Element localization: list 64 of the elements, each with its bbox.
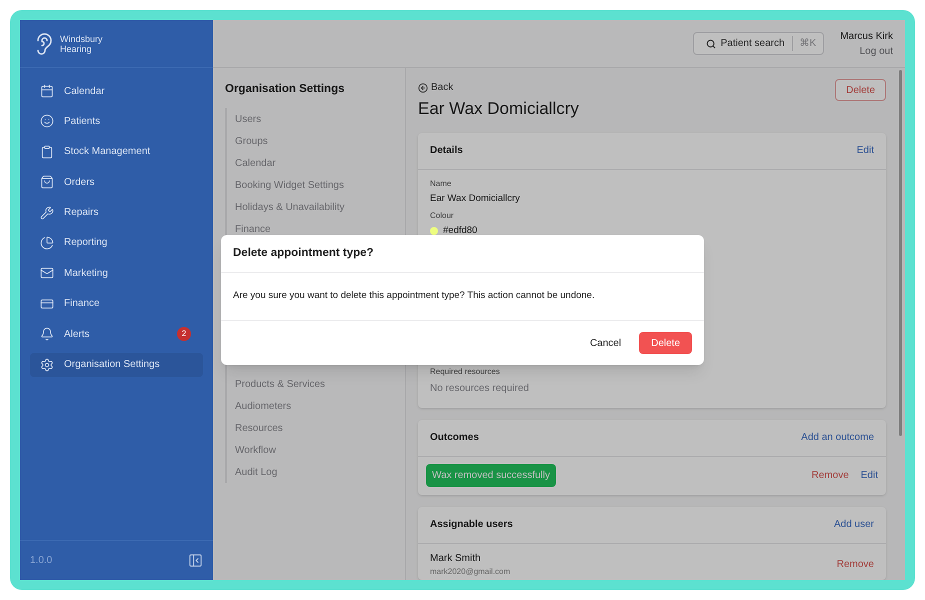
envelope-icon	[40, 266, 54, 280]
settings-nav-item[interactable]: Audit Log	[235, 461, 405, 484]
settings-nav-title: Organisation Settings	[225, 82, 346, 97]
sidebar-item[interactable]: Repairs	[30, 200, 203, 225]
cancel-button[interactable]: Cancel	[584, 332, 628, 354]
card-title: Assignable users	[430, 518, 513, 532]
sidebar-item[interactable]: Stock Management	[30, 140, 203, 164]
bell-icon	[40, 327, 54, 342]
search-icon	[706, 38, 716, 48]
card-title: Outcomes	[430, 431, 479, 445]
sidebar-item[interactable]: Reporting	[30, 230, 203, 255]
field-value: #edfd80	[443, 224, 478, 238]
brand-name: Windsbury Hearing	[60, 34, 103, 54]
sidebar-item[interactable]: Patients	[30, 109, 203, 134]
settings-nav-item[interactable]: Products & Services	[235, 373, 405, 396]
sidebar-item[interactable]: Orders	[30, 170, 203, 194]
smiley-icon	[40, 114, 54, 128]
back-link[interactable]: Back	[418, 80, 579, 95]
card-title: Details	[430, 144, 463, 158]
bag-icon	[40, 175, 54, 190]
settings-nav-item[interactable]: Calendar	[235, 152, 405, 174]
field-label: Required resources	[430, 366, 501, 378]
field-label: Name	[430, 178, 452, 190]
patient-search-button[interactable]: Patient search ⌘K	[692, 32, 824, 55]
sidebar-item[interactable]: Calendar	[30, 79, 203, 103]
settings-nav-item[interactable]: Booking Widget Settings	[235, 174, 405, 196]
outcome-tag: Wax removed successfully	[426, 464, 556, 487]
field-label: Colour	[430, 210, 455, 222]
settings-nav-item[interactable]: Groups	[235, 130, 405, 152]
add-outcome-link[interactable]: Add an outcome	[801, 430, 874, 445]
confirm-delete-button[interactable]: Delete	[639, 332, 692, 354]
settings-icon	[40, 358, 54, 372]
dialog-title: Delete appointment type?	[233, 246, 374, 261]
user-name: Marcus Kirk	[840, 30, 893, 44]
settings-nav-item[interactable]: Holidays & Unavailability	[235, 196, 405, 218]
settings-nav-item[interactable]: Resources	[235, 417, 405, 440]
user-name: Mark Smith	[430, 552, 482, 566]
count-badge: 2	[177, 327, 191, 342]
wrench-icon	[40, 206, 54, 220]
calendar-icon	[40, 84, 54, 98]
sidebar-item[interactable]: Marketing	[30, 261, 203, 286]
collapse-sidebar-icon[interactable]	[188, 553, 203, 568]
edit-link[interactable]: Edit	[856, 143, 874, 158]
remove-link[interactable]: Remove	[812, 468, 849, 483]
log-out-link[interactable]: Log out	[860, 44, 893, 58]
settings-nav-item[interactable]: Users	[235, 108, 405, 130]
clipboard-icon	[40, 144, 54, 159]
settings-nav-item[interactable]: Workflow	[235, 439, 405, 462]
user-email: mark2020@gmail.com	[430, 566, 510, 578]
field-value: Ear Wax Domiciallcry	[430, 192, 520, 206]
card-icon	[40, 296, 54, 311]
version-text: 1.0.0	[30, 554, 52, 568]
edit-link[interactable]: Edit	[860, 468, 878, 483]
pie-chart-icon	[40, 236, 54, 250]
remove-link[interactable]: Remove	[836, 556, 874, 572]
page-title: Ear Wax Domiciallcry	[418, 98, 579, 120]
sidebar-item[interactable]: Finance	[30, 292, 203, 316]
delete-button[interactable]: Delete	[835, 79, 886, 101]
add-user-link[interactable]: Add user	[834, 517, 874, 532]
field-value: No resources required	[430, 382, 530, 396]
sidebar-item[interactable]: Organisation Settings	[30, 352, 203, 377]
sidebar-item[interactable]: Alerts 2	[30, 322, 203, 346]
settings-nav-item[interactable]: Audiometers	[235, 395, 405, 418]
dialog-message: Are you sure you want to delete this appointment type? This action cannot be undone.	[233, 289, 595, 304]
